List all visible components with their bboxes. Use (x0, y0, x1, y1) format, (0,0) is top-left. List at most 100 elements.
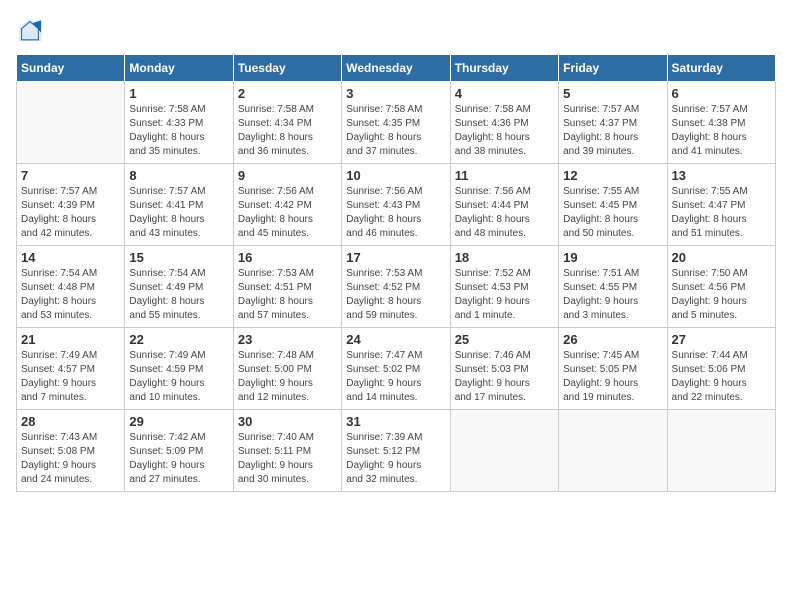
day-info: Sunrise: 7:57 AM Sunset: 4:37 PM Dayligh… (563, 103, 662, 159)
day-cell: 30 Sunrise: 7:40 AM Sunset: 5:11 PM Dayli… (233, 410, 341, 492)
day-number: 29 (129, 414, 228, 429)
day-cell: 27Sunrise: 7:44 AM Sunset: 5:06 PM Dayli… (667, 328, 775, 410)
week-row-1: 1 Sunrise: 7:58 AM Sunset: 4:33 PM Daylig… (17, 82, 776, 164)
day-number: 8 (129, 168, 228, 183)
day-number: 21 (21, 332, 120, 347)
day-number: 2 (238, 86, 337, 101)
day-number: 16 (238, 250, 337, 265)
day-number: 4 (455, 86, 554, 101)
day-info: Sunrise: 7:52 AM Sunset: 4:53 PM Dayligh… (455, 267, 554, 323)
logo-icon (16, 16, 44, 44)
day-cell: 25Sunrise: 7:46 AM Sunset: 5:03 PM Dayli… (450, 328, 558, 410)
day-number: 18 (455, 250, 554, 265)
day-number: 19 (563, 250, 662, 265)
day-cell: 9 Sunrise: 7:56 AM Sunset: 4:42 PM Daylig… (233, 164, 341, 246)
day-number: 24 (346, 332, 445, 347)
day-cell: 19 Sunrise: 7:51 AM Sunset: 4:55 PM Dayli… (559, 246, 667, 328)
day-cell: 20 Sunrise: 7:50 AM Sunset: 4:56 PM Dayli… (667, 246, 775, 328)
day-number: 6 (672, 86, 771, 101)
day-number: 22 (129, 332, 228, 347)
day-number: 3 (346, 86, 445, 101)
day-info: Sunrise: 7:58 AM Sunset: 4:33 PM Dayligh… (129, 103, 228, 159)
week-row-3: 14 Sunrise: 7:54 AM Sunset: 4:48 PM Dayli… (17, 246, 776, 328)
day-cell: 26 Sunrise: 7:45 AM Sunset: 5:05 PM Dayli… (559, 328, 667, 410)
day-cell (450, 410, 558, 492)
day-number: 20 (672, 250, 771, 265)
day-cell: 17Sunrise: 7:53 AM Sunset: 4:52 PM Dayli… (342, 246, 450, 328)
day-cell: 23 Sunrise: 7:48 AM Sunset: 5:00 PM Dayli… (233, 328, 341, 410)
day-info: Sunrise: 7:56 AM Sunset: 4:44 PM Dayligh… (455, 185, 554, 241)
day-info: Sunrise: 7:58 AM Sunset: 4:34 PM Dayligh… (238, 103, 337, 159)
day-info: Sunrise: 7:57 AM Sunset: 4:39 PM Dayligh… (21, 185, 120, 241)
day-number: 10 (346, 168, 445, 183)
day-cell: 1 Sunrise: 7:58 AM Sunset: 4:33 PM Daylig… (125, 82, 233, 164)
day-cell: 22 Sunrise: 7:49 AM Sunset: 4:59 PM Dayli… (125, 328, 233, 410)
day-info: Sunrise: 7:55 AM Sunset: 4:47 PM Dayligh… (672, 185, 771, 241)
day-info: Sunrise: 7:55 AM Sunset: 4:45 PM Dayligh… (563, 185, 662, 241)
day-info: Sunrise: 7:54 AM Sunset: 4:49 PM Dayligh… (129, 267, 228, 323)
day-number: 15 (129, 250, 228, 265)
day-number: 5 (563, 86, 662, 101)
day-number: 9 (238, 168, 337, 183)
day-cell (559, 410, 667, 492)
logo (16, 16, 48, 44)
calendar-table: SundayMondayTuesdayWednesdayThursdayFrid… (16, 54, 776, 492)
day-cell: 15 Sunrise: 7:54 AM Sunset: 4:49 PM Dayli… (125, 246, 233, 328)
weekday-header-wednesday: Wednesday (342, 55, 450, 82)
day-cell: 24 Sunrise: 7:47 AM Sunset: 5:02 PM Dayli… (342, 328, 450, 410)
day-cell: 29 Sunrise: 7:42 AM Sunset: 5:09 PM Dayli… (125, 410, 233, 492)
day-number: 31 (346, 414, 445, 429)
day-number: 17 (346, 250, 445, 265)
day-cell: 5 Sunrise: 7:57 AM Sunset: 4:37 PM Daylig… (559, 82, 667, 164)
week-row-5: 28 Sunrise: 7:43 AM Sunset: 5:08 PM Dayli… (17, 410, 776, 492)
day-info: Sunrise: 7:53 AM Sunset: 4:51 PM Dayligh… (238, 267, 337, 323)
day-info: Sunrise: 7:51 AM Sunset: 4:55 PM Dayligh… (563, 267, 662, 323)
day-info: Sunrise: 7:56 AM Sunset: 4:42 PM Dayligh… (238, 185, 337, 241)
day-info: Sunrise: 7:56 AM Sunset: 4:43 PM Dayligh… (346, 185, 445, 241)
day-info: Sunrise: 7:58 AM Sunset: 4:36 PM Dayligh… (455, 103, 554, 159)
day-info: Sunrise: 7:47 AM Sunset: 5:02 PM Dayligh… (346, 349, 445, 405)
day-info: Sunrise: 7:57 AM Sunset: 4:41 PM Dayligh… (129, 185, 228, 241)
weekday-header-tuesday: Tuesday (233, 55, 341, 82)
week-row-4: 21 Sunrise: 7:49 AM Sunset: 4:57 PM Dayli… (17, 328, 776, 410)
day-info: Sunrise: 7:50 AM Sunset: 4:56 PM Dayligh… (672, 267, 771, 323)
day-number: 14 (21, 250, 120, 265)
day-info: Sunrise: 7:46 AM Sunset: 5:03 PM Dayligh… (455, 349, 554, 405)
day-info: Sunrise: 7:49 AM Sunset: 4:57 PM Dayligh… (21, 349, 120, 405)
day-cell: 13 Sunrise: 7:55 AM Sunset: 4:47 PM Dayli… (667, 164, 775, 246)
day-info: Sunrise: 7:44 AM Sunset: 5:06 PM Dayligh… (672, 349, 771, 405)
day-info: Sunrise: 7:45 AM Sunset: 5:05 PM Dayligh… (563, 349, 662, 405)
day-cell: 7 Sunrise: 7:57 AM Sunset: 4:39 PM Daylig… (17, 164, 125, 246)
weekday-header-row: SundayMondayTuesdayWednesdayThursdayFrid… (17, 55, 776, 82)
day-info: Sunrise: 7:43 AM Sunset: 5:08 PM Dayligh… (21, 431, 120, 487)
day-cell: 18 Sunrise: 7:52 AM Sunset: 4:53 PM Dayli… (450, 246, 558, 328)
day-number: 28 (21, 414, 120, 429)
day-number: 30 (238, 414, 337, 429)
day-cell: 2 Sunrise: 7:58 AM Sunset: 4:34 PM Daylig… (233, 82, 341, 164)
day-info: Sunrise: 7:39 AM Sunset: 5:12 PM Dayligh… (346, 431, 445, 487)
weekday-header-friday: Friday (559, 55, 667, 82)
day-info: Sunrise: 7:54 AM Sunset: 4:48 PM Dayligh… (21, 267, 120, 323)
day-number: 23 (238, 332, 337, 347)
day-number: 13 (672, 168, 771, 183)
day-number: 12 (563, 168, 662, 183)
day-cell: 21 Sunrise: 7:49 AM Sunset: 4:57 PM Dayli… (17, 328, 125, 410)
day-cell: 3Sunrise: 7:58 AM Sunset: 4:35 PM Daylig… (342, 82, 450, 164)
day-number: 26 (563, 332, 662, 347)
day-cell: 14 Sunrise: 7:54 AM Sunset: 4:48 PM Dayli… (17, 246, 125, 328)
day-info: Sunrise: 7:49 AM Sunset: 4:59 PM Dayligh… (129, 349, 228, 405)
day-info: Sunrise: 7:40 AM Sunset: 5:11 PM Dayligh… (238, 431, 337, 487)
day-cell: 8 Sunrise: 7:57 AM Sunset: 4:41 PM Daylig… (125, 164, 233, 246)
day-info: Sunrise: 7:42 AM Sunset: 5:09 PM Dayligh… (129, 431, 228, 487)
day-info: Sunrise: 7:48 AM Sunset: 5:00 PM Dayligh… (238, 349, 337, 405)
day-cell: 12 Sunrise: 7:55 AM Sunset: 4:45 PM Dayli… (559, 164, 667, 246)
day-cell: 10 Sunrise: 7:56 AM Sunset: 4:43 PM Dayli… (342, 164, 450, 246)
day-cell: 28 Sunrise: 7:43 AM Sunset: 5:08 PM Dayli… (17, 410, 125, 492)
day-number: 7 (21, 168, 120, 183)
week-row-2: 7 Sunrise: 7:57 AM Sunset: 4:39 PM Daylig… (17, 164, 776, 246)
day-number: 1 (129, 86, 228, 101)
day-cell: 11Sunrise: 7:56 AM Sunset: 4:44 PM Dayli… (450, 164, 558, 246)
day-info: Sunrise: 7:57 AM Sunset: 4:38 PM Dayligh… (672, 103, 771, 159)
day-cell: 16 Sunrise: 7:53 AM Sunset: 4:51 PM Dayli… (233, 246, 341, 328)
day-cell (667, 410, 775, 492)
